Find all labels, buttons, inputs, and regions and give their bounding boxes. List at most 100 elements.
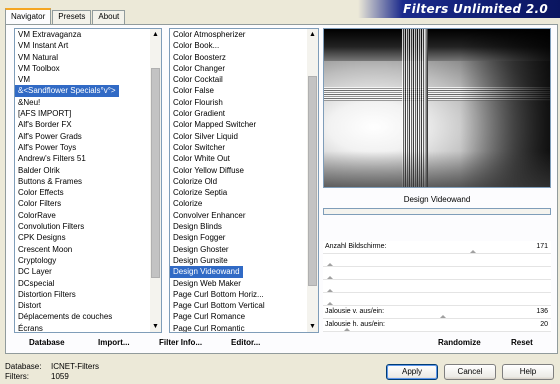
scroll-up-icon[interactable]: ▲ <box>307 29 318 40</box>
slider-thumb-icon[interactable] <box>327 263 333 266</box>
status-database: Database: ICNET-Filters <box>5 362 99 372</box>
category-list[interactable]: VM Extravaganza VM Instant Art VM Natural V… <box>14 28 162 333</box>
filter-list-item[interactable]: Design Videowand <box>170 266 243 278</box>
category-list-item[interactable]: Écrans <box>15 323 150 332</box>
category-list-item[interactable]: Alf's Border FX <box>15 119 150 130</box>
category-list-item[interactable]: Cryptology <box>15 255 150 266</box>
category-list-item[interactable]: Alf's Power Toys <box>15 142 150 153</box>
slider-row[interactable] <box>323 254 551 267</box>
filter-scrollbar[interactable]: ▲ ▼ <box>307 29 318 332</box>
slider-label: Anzahl Bildschirme: <box>325 243 387 250</box>
category-list-item[interactable]: &<Sandflower Specials°v°> <box>15 85 119 97</box>
slider-row[interactable]: Anzahl Bildschirme: 171 <box>323 241 551 254</box>
slider-row[interactable] <box>323 293 551 306</box>
slider-thumb-icon[interactable] <box>440 315 447 318</box>
filter-list-item[interactable]: Page Curl Romantic <box>170 323 307 332</box>
randomize-button[interactable]: Randomize <box>438 336 481 350</box>
filter-list-item[interactable]: Design Blinds <box>170 221 307 232</box>
filter-list-item[interactable]: Color Boosterz <box>170 52 307 63</box>
filter-list-item[interactable]: Color White Out <box>170 153 307 164</box>
category-list-item[interactable]: CPK Designs <box>15 232 150 243</box>
slider-row[interactable]: Jalousie h. aus/ein: 20 <box>323 319 551 332</box>
filter-list-item[interactable]: Color Mapped Switcher <box>170 119 307 130</box>
filter-list-item[interactable]: Colorize Old <box>170 176 307 187</box>
category-list-item[interactable]: Buttons & Frames <box>15 176 150 187</box>
filter-list-item[interactable]: Page Curl Romance <box>170 311 307 322</box>
import-button[interactable]: Import... <box>98 336 130 350</box>
database-button[interactable]: Database <box>29 336 65 350</box>
filter-info-button[interactable]: Filter Info... <box>159 336 202 350</box>
category-scroll-thumb[interactable] <box>151 68 160 279</box>
tab-presets[interactable]: Presets <box>52 10 92 24</box>
filter-list-item[interactable]: Color Cocktail <box>170 74 307 85</box>
category-scrollbar[interactable]: ▲ ▼ <box>150 29 161 332</box>
scroll-down-icon[interactable]: ▼ <box>150 321 161 332</box>
category-list-item[interactable]: VM Toolbox <box>15 63 150 74</box>
slider-thumb-icon[interactable] <box>470 250 477 253</box>
filter-list-item[interactable]: Color Silver Liquid <box>170 131 307 142</box>
filter-list-item[interactable]: Colorize <box>170 198 307 209</box>
filter-list-item[interactable]: Color Changer <box>170 63 307 74</box>
slider-thumb-icon[interactable] <box>327 289 333 292</box>
filter-list-item[interactable]: Colorize Septia <box>170 187 307 198</box>
filter-list-items: Color Atmospherizer Color Book... Color Bo… <box>170 29 307 332</box>
filter-scroll-thumb[interactable] <box>308 75 317 286</box>
filter-list-item[interactable]: Design Ghoster <box>170 244 307 255</box>
filter-preview-image <box>323 28 551 188</box>
slider-thumb-icon[interactable] <box>327 302 333 305</box>
filter-list-item[interactable]: Color Yellow Diffuse <box>170 165 307 176</box>
scroll-down-icon[interactable]: ▼ <box>307 321 318 332</box>
tab-about[interactable]: About <box>92 10 126 24</box>
filter-list[interactable]: Color Atmospherizer Color Book... Color Bo… <box>169 28 319 333</box>
category-list-item[interactable]: ColorRave <box>15 210 150 221</box>
slider-row[interactable] <box>323 280 551 293</box>
category-list-item[interactable]: Déplacements de couches <box>15 311 150 322</box>
title-banner: Filters Unlimited 2.0 <box>358 0 560 18</box>
filter-list-item[interactable]: Color Flourish <box>170 97 307 108</box>
help-button[interactable]: Help <box>502 364 554 380</box>
editor-button[interactable]: Editor... <box>231 336 260 350</box>
scroll-up-icon[interactable]: ▲ <box>150 29 161 40</box>
filter-list-item[interactable]: Design Web Maker <box>170 278 307 289</box>
parameter-sliders: Anzahl Bildschirme: 171 Jalousie v. aus/ei… <box>323 241 551 332</box>
category-list-item[interactable]: Convolution Filters <box>15 221 150 232</box>
tab-navigator[interactable]: Navigator <box>5 8 52 24</box>
apply-button[interactable]: Apply <box>386 364 438 380</box>
category-list-item[interactable]: Andrew's Filters 51 <box>15 153 150 164</box>
slider-label: Jalousie h. aus/ein: <box>325 321 385 328</box>
filter-list-item[interactable]: Color Gradient <box>170 108 307 119</box>
status-database-label: Database: <box>5 362 42 371</box>
slider-row[interactable] <box>323 267 551 280</box>
slider-row[interactable]: Jalousie v. aus/ein: 136 <box>323 306 551 319</box>
slider-thumb-icon[interactable] <box>327 276 333 279</box>
category-list-item[interactable]: DC Layer <box>15 266 150 277</box>
category-list-item[interactable]: VM <box>15 74 150 85</box>
slider-thumb-icon[interactable] <box>344 328 351 331</box>
slider-label: Jalousie v. aus/ein: <box>325 308 385 315</box>
filter-list-item[interactable]: Color False <box>170 85 307 96</box>
category-list-item[interactable]: VM Extravaganza <box>15 29 150 40</box>
filter-list-item[interactable]: Color Atmospherizer <box>170 29 307 40</box>
reset-button[interactable]: Reset <box>511 336 533 350</box>
category-list-item[interactable]: Distort <box>15 300 150 311</box>
filter-list-item[interactable]: Design Gunsite <box>170 255 307 266</box>
category-list-item[interactable]: Alf's Power Grads <box>15 131 150 142</box>
category-list-item[interactable]: Crescent Moon <box>15 244 150 255</box>
category-list-item[interactable]: Color Filters <box>15 198 150 209</box>
filter-list-item[interactable]: Color Book... <box>170 40 307 51</box>
category-list-item[interactable]: Balder Olrik <box>15 165 150 176</box>
category-list-item[interactable]: [AFS IMPORT] <box>15 108 150 119</box>
filter-list-item[interactable]: Color Switcher <box>170 142 307 153</box>
filter-list-item[interactable]: Page Curl Bottom Horiz... <box>170 289 307 300</box>
progress-bar <box>323 208 551 215</box>
category-list-item[interactable]: VM Instant Art <box>15 40 150 51</box>
cancel-button[interactable]: Cancel <box>444 364 496 380</box>
category-list-item[interactable]: &Neu! <box>15 97 150 108</box>
category-list-item[interactable]: DCspecial <box>15 278 150 289</box>
filter-list-item[interactable]: Design Fogger <box>170 232 307 243</box>
filter-list-item[interactable]: Page Curl Bottom Vertical <box>170 300 307 311</box>
filter-list-item[interactable]: Convolver Enhancer <box>170 210 307 221</box>
category-list-item[interactable]: Color Effects <box>15 187 150 198</box>
category-list-item[interactable]: VM Natural <box>15 52 150 63</box>
category-list-item[interactable]: Distortion Filters <box>15 289 150 300</box>
